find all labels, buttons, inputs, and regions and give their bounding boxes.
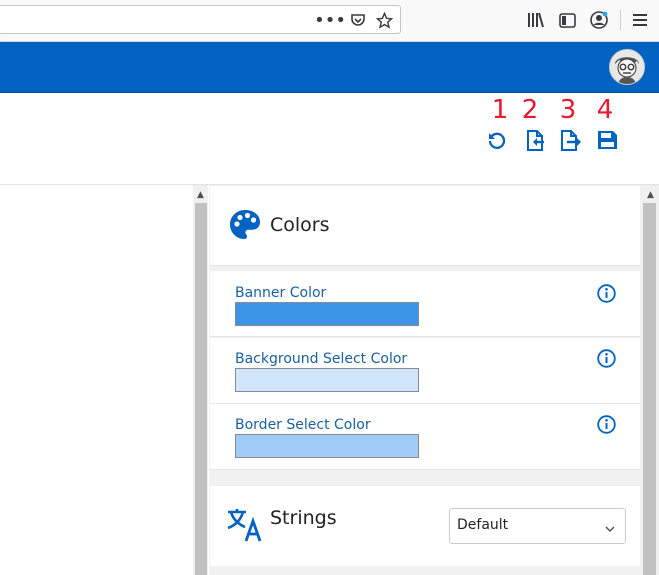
account-icon[interactable]: [587, 9, 611, 31]
reset-icon[interactable]: [484, 128, 510, 152]
strings-section-title: Strings: [270, 507, 337, 529]
left-scroll-up-icon[interactable]: ▲: [193, 187, 208, 202]
chevron-down-icon: [604, 520, 616, 533]
bookmark-star-icon[interactable]: [373, 9, 395, 31]
sidebar-icon[interactable]: [556, 10, 578, 30]
more-actions-icon[interactable]: •••: [314, 10, 346, 31]
left-scrollbar-thumb[interactable]: [195, 203, 207, 575]
browser-toolbar: •••: [0, 0, 659, 42]
import-icon[interactable]: [522, 128, 548, 152]
colors-section-title: Colors: [270, 214, 330, 236]
app-banner: [0, 42, 659, 93]
info-icon[interactable]: [597, 349, 616, 368]
avatar[interactable]: [609, 49, 645, 85]
translate-icon: [226, 507, 264, 543]
toolbar-separator: [620, 10, 621, 30]
marker-1: 1: [491, 95, 509, 125]
marker-3: 3: [559, 95, 577, 125]
url-bar[interactable]: •••: [0, 5, 401, 34]
border-select-color-label: Border Select Color: [235, 417, 371, 433]
pocket-icon[interactable]: [347, 9, 369, 31]
menu-icon[interactable]: [630, 10, 650, 30]
language-select-value: Default: [457, 517, 509, 533]
info-icon[interactable]: [597, 415, 616, 434]
background-select-color-swatch[interactable]: [235, 368, 419, 392]
right-scrollbar-thumb[interactable]: [643, 203, 656, 575]
right-scroll-up-icon[interactable]: ▲: [643, 187, 658, 202]
background-select-color-label: Background Select Color: [235, 351, 408, 367]
banner-color-swatch[interactable]: [235, 302, 419, 326]
marker-4: 4: [596, 95, 614, 125]
banner-color-label: Banner Color: [235, 285, 327, 301]
border-select-color-swatch[interactable]: [235, 434, 419, 458]
section-gap: [210, 566, 640, 575]
marker-2: 2: [521, 95, 539, 125]
save-icon[interactable]: [594, 128, 620, 152]
info-icon[interactable]: [597, 284, 616, 303]
library-icon[interactable]: [525, 10, 547, 30]
export-icon[interactable]: [558, 128, 584, 152]
palette-icon: [229, 209, 261, 241]
